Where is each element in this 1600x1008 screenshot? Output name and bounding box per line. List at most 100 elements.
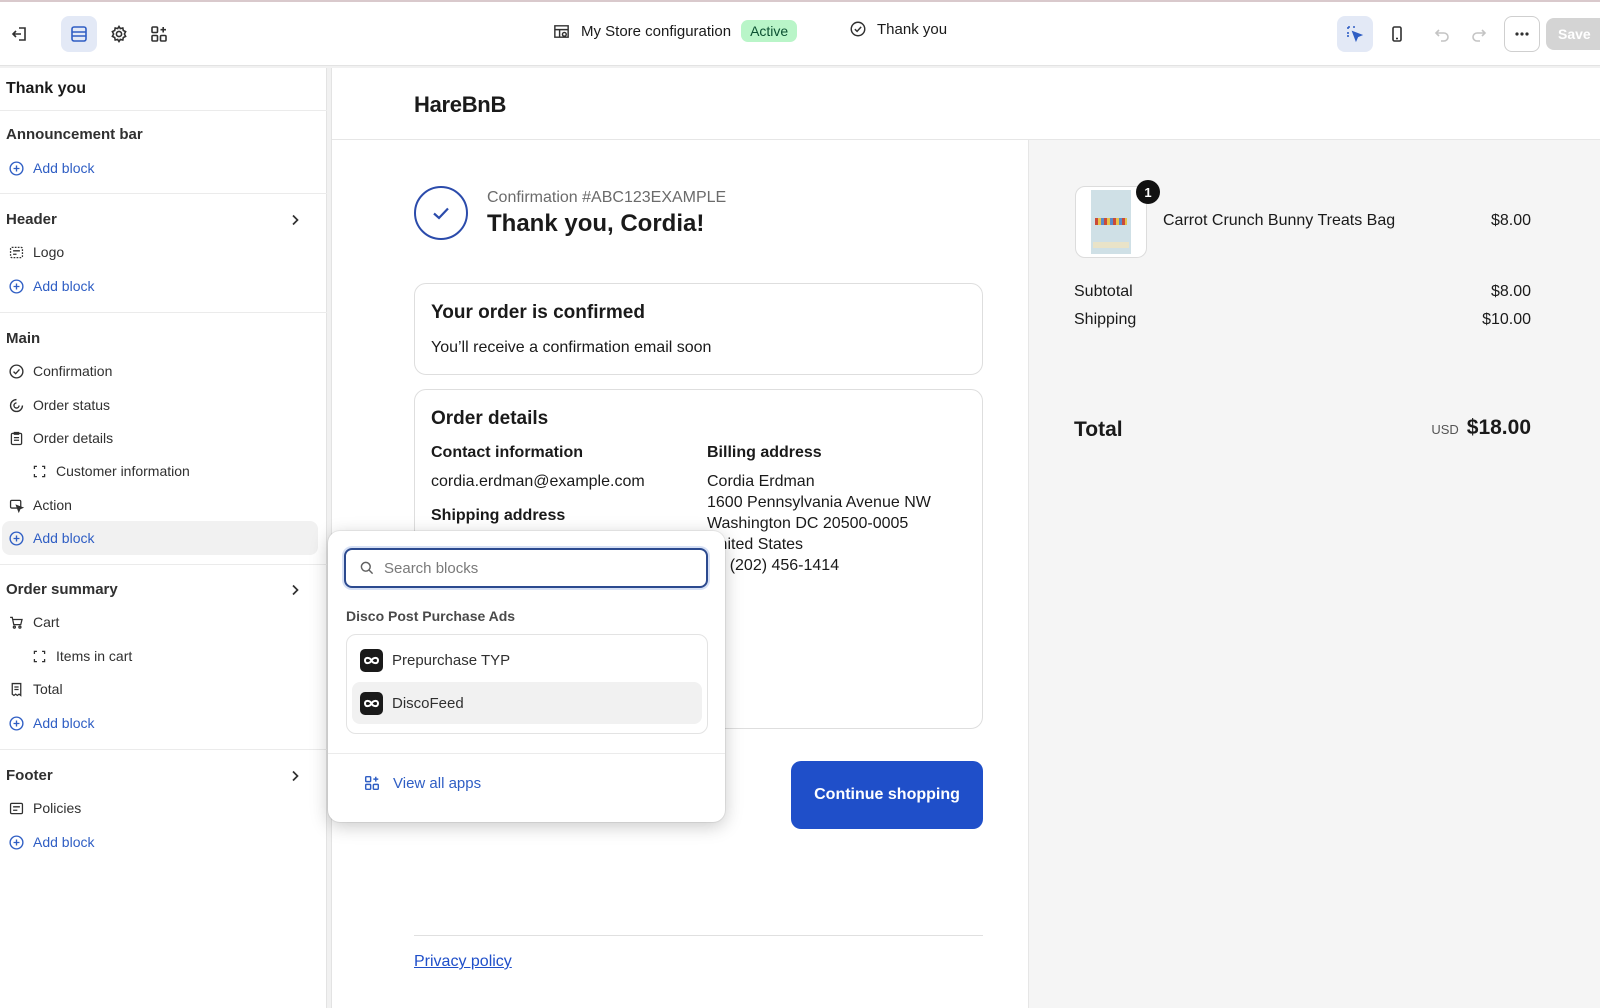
- search-blocks-field[interactable]: [344, 548, 708, 588]
- popover-divider: [328, 753, 725, 754]
- plus-circle-icon: [9, 160, 24, 176]
- sidebar: Thank you Announcement bar Add block Hea…: [0, 68, 327, 1008]
- section-footer[interactable]: Footer: [6, 767, 53, 784]
- add-block-footer[interactable]: Add block: [8, 826, 94, 858]
- total-value: $18.00: [1466, 416, 1531, 439]
- sections-button[interactable]: [61, 16, 97, 52]
- app-block-label: DiscoFeed: [392, 694, 464, 712]
- add-block-label: Add block: [33, 160, 95, 176]
- divider: [0, 193, 327, 194]
- divider: [0, 312, 327, 313]
- page-selector-label: Thank you: [877, 20, 948, 38]
- more-actions-button[interactable]: [1504, 16, 1540, 52]
- plus-circle-icon: [9, 530, 24, 546]
- apps-icon: [151, 26, 167, 42]
- add-block-popover: Disco Post Purchase Ads Prepurchase TYP …: [328, 531, 725, 822]
- store-config-selector[interactable]: My Store configuration Active: [552, 20, 798, 42]
- total-label: Total: [1074, 418, 1123, 441]
- sidebar-item-order-details[interactable]: Order details: [8, 422, 113, 454]
- apps-icon: [364, 775, 380, 791]
- section-header[interactable]: Header: [6, 211, 57, 228]
- divider: [0, 749, 327, 750]
- billing-line: Cordia Erdman: [707, 473, 815, 490]
- undo-button[interactable]: [1424, 16, 1460, 52]
- add-block-label: Add block: [33, 530, 95, 546]
- check-circle-icon: [850, 21, 866, 37]
- add-block-label: Add block: [33, 278, 95, 294]
- exit-button[interactable]: [2, 16, 38, 52]
- section-order-summary[interactable]: Order summary: [6, 581, 118, 598]
- sidebar-item-label: Total: [33, 681, 63, 697]
- clipboard-icon: [10, 431, 23, 445]
- check-circle-icon: [9, 363, 24, 379]
- sidebar-item-label: Logo: [33, 244, 65, 260]
- cursor-click-icon: [9, 499, 25, 513]
- redo-icon: [1472, 29, 1487, 42]
- mobile-view-button[interactable]: [1379, 16, 1415, 52]
- logo-block-icon: [9, 246, 24, 258]
- page-selector[interactable]: Thank you: [849, 20, 947, 38]
- store-icon: [554, 24, 569, 38]
- billing-line: +1 (202) 456-1414: [707, 557, 840, 574]
- add-block-header[interactable]: Add block: [8, 270, 94, 302]
- card-title: Your order is confirmed: [431, 302, 645, 323]
- app-block-discofeed[interactable]: DiscoFeed: [352, 682, 702, 724]
- top-bar: My Store configuration Active Thank you …: [0, 0, 1600, 66]
- block-placeholder-icon: [33, 465, 46, 477]
- chevron-right-icon[interactable]: [288, 583, 302, 597]
- privacy-policy-link[interactable]: Privacy policy: [414, 953, 512, 971]
- store-name: HareBnB: [414, 92, 507, 117]
- status-badge: Active: [741, 20, 798, 42]
- billing-line: United States: [707, 536, 804, 553]
- sidebar-title: Thank you: [6, 80, 87, 97]
- add-block-order-summary[interactable]: Add block: [8, 707, 94, 739]
- section-announcement-bar[interactable]: Announcement bar: [6, 126, 143, 143]
- search-input[interactable]: [384, 559, 684, 577]
- add-block-main[interactable]: Add block: [8, 522, 94, 554]
- add-block-label: Add block: [33, 834, 95, 850]
- billing-line: Washington DC 20500-0005: [707, 515, 909, 532]
- inspector-button[interactable]: [1337, 16, 1373, 52]
- divider: [0, 110, 327, 111]
- sidebar-item-items-in-cart[interactable]: Items in cart: [31, 640, 132, 672]
- view-all-label: View all apps: [393, 774, 482, 792]
- subtotal-label: Subtotal: [1074, 283, 1133, 300]
- app-block-prepurchase-typ[interactable]: Prepurchase TYP: [352, 639, 702, 681]
- search-icon: [360, 561, 374, 575]
- add-block-announcement[interactable]: Add block: [8, 152, 94, 184]
- save-button[interactable]: Save: [1546, 18, 1600, 50]
- view-all-apps-link[interactable]: View all apps: [363, 774, 481, 792]
- sidebar-item-total[interactable]: Total: [8, 673, 63, 705]
- redo-button[interactable]: [1461, 16, 1497, 52]
- product-name: Carrot Crunch Bunny Treats Bag: [1163, 212, 1396, 229]
- quantity-badge: 1: [1136, 180, 1160, 204]
- settings-button[interactable]: [101, 16, 137, 52]
- billing-address: Cordia Erdman 1600 Pennsylvania Avenue N…: [707, 471, 931, 576]
- chevron-right-icon[interactable]: [288, 213, 302, 227]
- sidebar-item-action[interactable]: Action: [8, 489, 72, 521]
- plus-circle-icon: [9, 715, 24, 731]
- app-section-title: Disco Post Purchase Ads: [346, 608, 516, 624]
- continue-shopping-button[interactable]: Continue shopping: [791, 761, 983, 829]
- chevron-right-icon[interactable]: [288, 769, 302, 783]
- sidebar-item-label: Confirmation: [33, 363, 113, 379]
- sidebar-item-policies[interactable]: Policies: [8, 792, 81, 824]
- apps-button[interactable]: [141, 16, 177, 52]
- section-main[interactable]: Main: [6, 330, 40, 347]
- sidebar-item-logo[interactable]: Logo: [8, 236, 64, 268]
- disco-app-icon: [360, 691, 383, 715]
- sidebar-item-cart[interactable]: Cart: [8, 606, 59, 638]
- shipping-label: Shipping: [1074, 311, 1137, 328]
- order-summary-panel: 1 Carrot Crunch Bunny Treats Bag $8.00 S…: [1028, 140, 1600, 1008]
- subtotal-value: $8.00: [1490, 283, 1531, 300]
- cart-icon: [10, 616, 23, 629]
- sidebar-item-label: Order status: [33, 397, 111, 413]
- add-block-label: Add block: [33, 715, 95, 731]
- shipping-heading: Shipping address: [431, 507, 566, 524]
- sidebar-item-order-status[interactable]: Order status: [8, 389, 110, 421]
- card-title: Order details: [431, 408, 549, 429]
- mobile-icon: [1392, 26, 1402, 42]
- sidebar-item-customer-information[interactable]: Customer information: [31, 455, 190, 487]
- sidebar-item-confirmation[interactable]: Confirmation: [8, 355, 112, 387]
- more-icon: [1515, 32, 1529, 36]
